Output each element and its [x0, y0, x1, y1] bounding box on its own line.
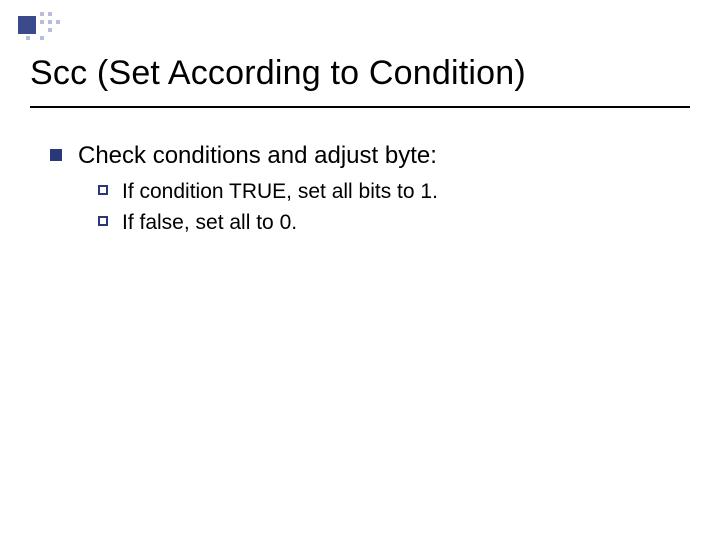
- decor-dot: [48, 28, 52, 32]
- bullet-level2: If false, set all to 0.: [78, 209, 680, 237]
- bullet-level1: Check conditions and adjust byte: If con…: [50, 140, 680, 237]
- slide-body: Check conditions and adjust byte: If con…: [50, 140, 680, 247]
- decor-dot: [40, 20, 44, 24]
- decor-dot: [48, 20, 52, 24]
- slide-title: Scc (Set According to Condition): [30, 54, 690, 93]
- bullet-level1-text: Check conditions and adjust byte:: [78, 142, 437, 169]
- decor-dot: [40, 36, 44, 40]
- bullet-level2: If condition TRUE, set all bits to 1.: [78, 178, 680, 206]
- square-bullet-icon: [50, 149, 62, 161]
- decor-dot: [56, 20, 60, 24]
- sub-list: If condition TRUE, set all bits to 1. If…: [78, 178, 680, 237]
- decor-dot: [48, 12, 52, 16]
- title-underline: [30, 106, 690, 108]
- bullet-level2-text: If false, set all to 0.: [122, 211, 297, 234]
- decor-dot: [26, 36, 30, 40]
- bullet-level2-text: If condition TRUE, set all bits to 1.: [122, 180, 438, 203]
- outline-square-bullet-icon: [98, 185, 108, 195]
- corner-decoration: [18, 10, 80, 40]
- outline-square-bullet-icon: [98, 216, 108, 226]
- decor-dot: [40, 12, 44, 16]
- decor-big-square: [18, 16, 36, 34]
- slide: Scc (Set According to Condition) Check c…: [0, 0, 720, 540]
